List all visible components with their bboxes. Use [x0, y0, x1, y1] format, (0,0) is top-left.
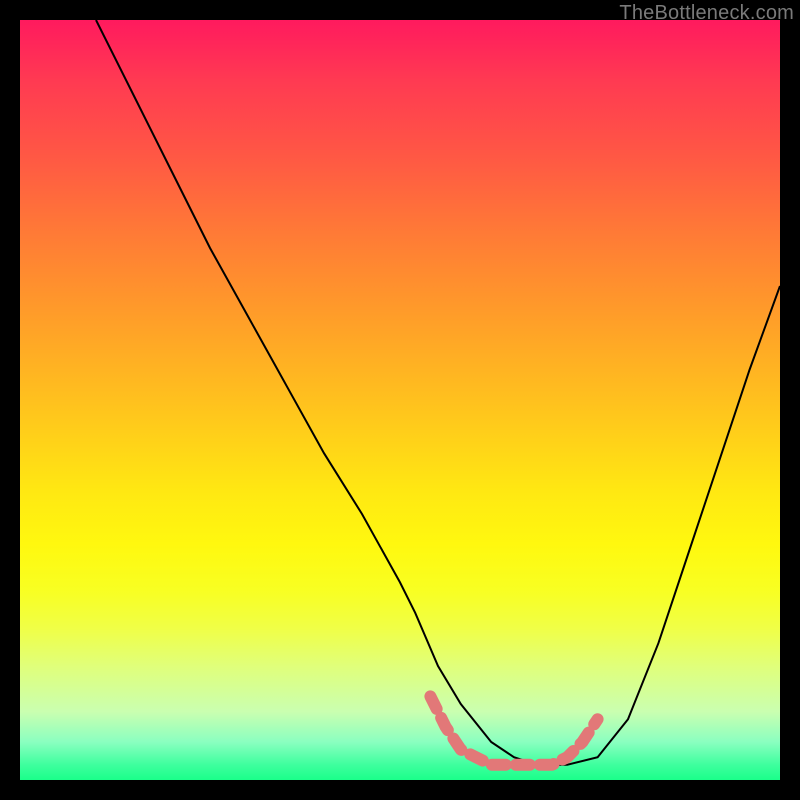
pink-overlay-segment	[430, 696, 597, 764]
chart-lines	[20, 20, 780, 780]
plot-area	[20, 20, 780, 780]
chart-frame: TheBottleneck.com	[0, 0, 800, 800]
black-curve	[96, 20, 780, 765]
watermark-text: TheBottleneck.com	[619, 2, 794, 25]
